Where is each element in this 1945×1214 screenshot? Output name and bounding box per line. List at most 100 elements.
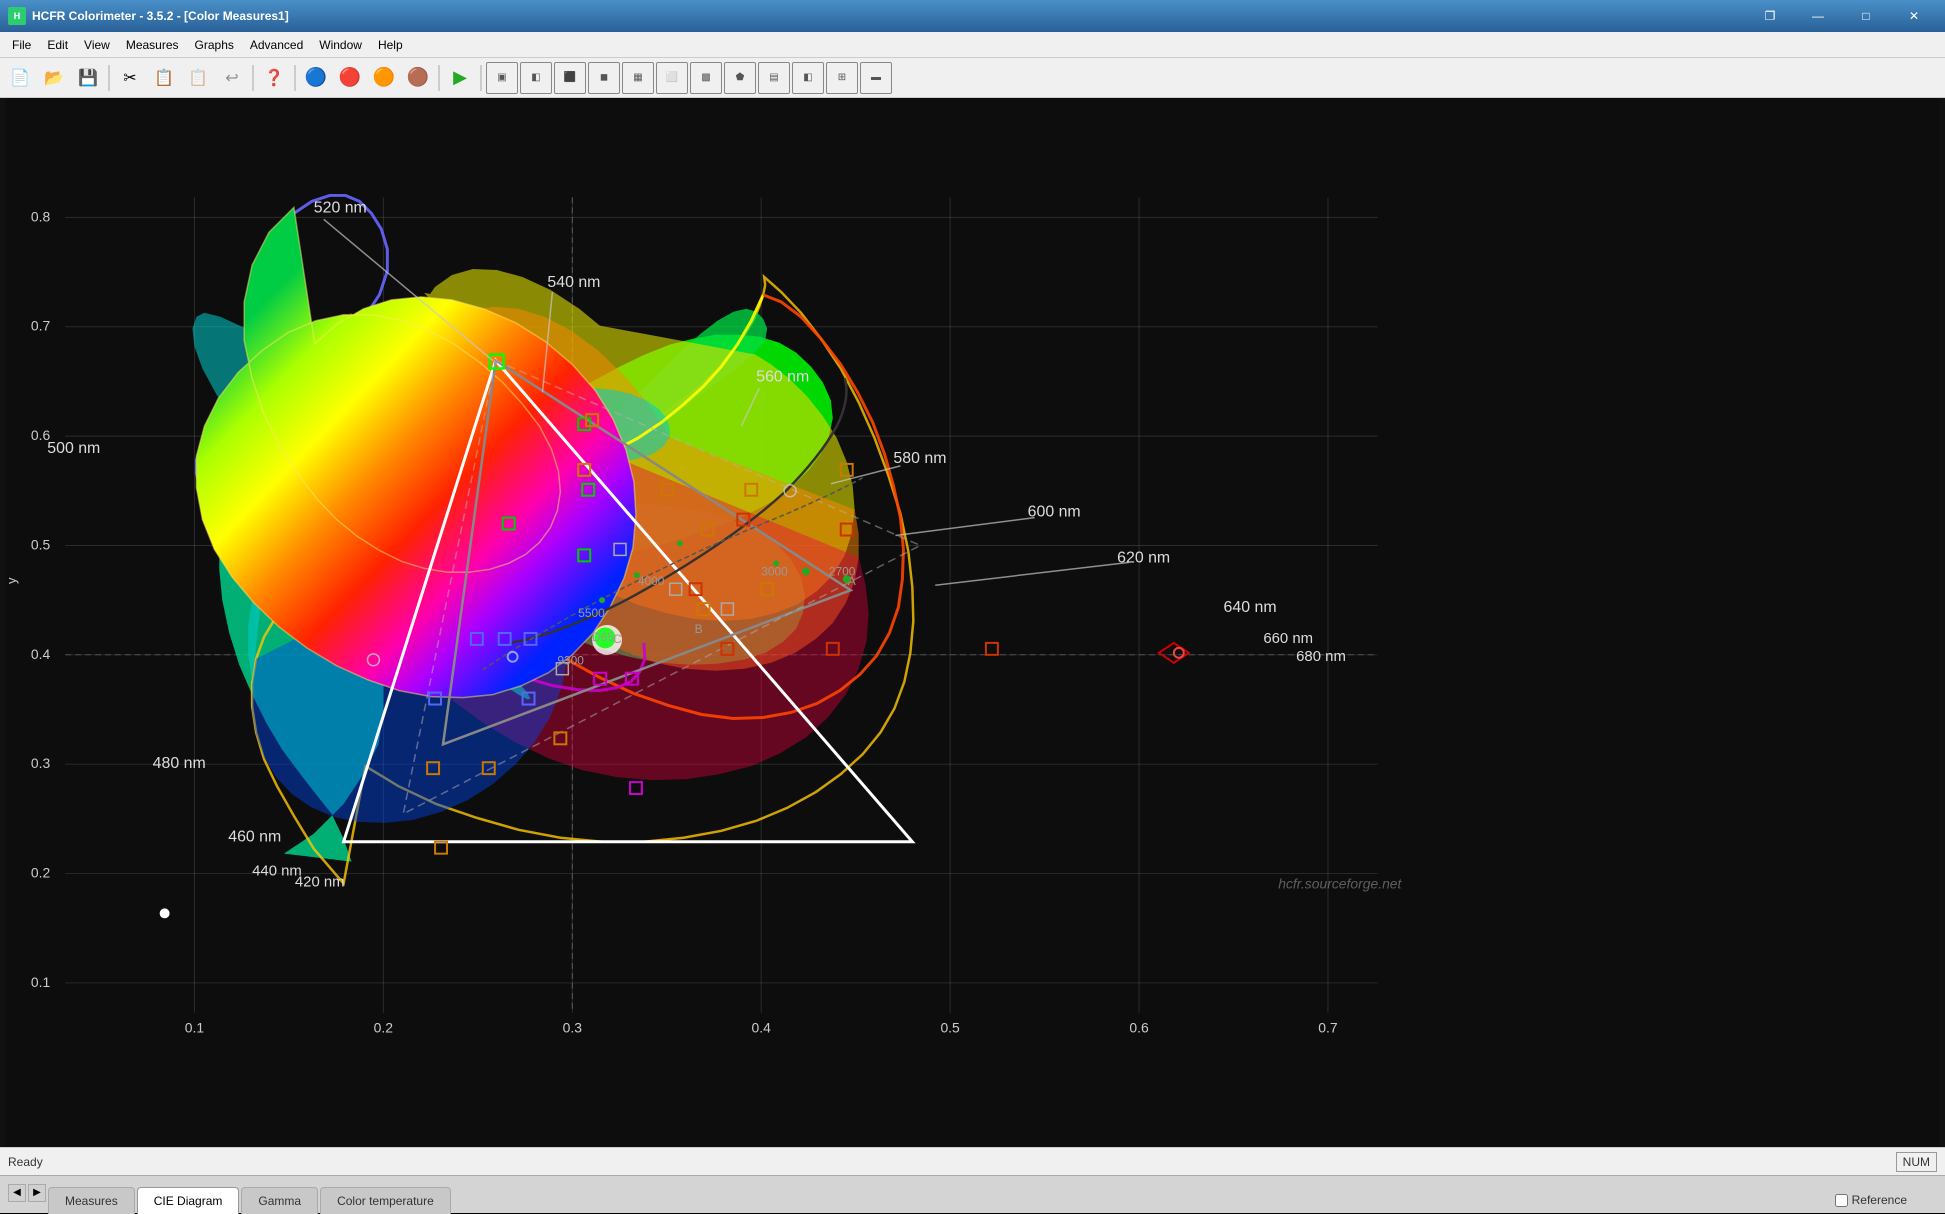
toolbar-play[interactable]: ▶ (444, 62, 476, 94)
toolbar-pattern[interactable]: 🟠 (368, 62, 400, 94)
toolbar-view-6[interactable]: ⬜ (656, 62, 688, 94)
tab-nav-left[interactable]: ◀ (8, 1184, 26, 1202)
reference-label: Reference (1852, 1193, 1907, 1207)
menu-help[interactable]: Help (370, 36, 411, 54)
svg-text:0.6: 0.6 (1129, 1020, 1149, 1036)
svg-text:0.3: 0.3 (563, 1020, 583, 1036)
svg-text:0.7: 0.7 (1318, 1020, 1338, 1036)
toolbar-save[interactable]: 💾 (72, 62, 104, 94)
svg-text:0.1: 0.1 (185, 1020, 205, 1036)
menu-edit[interactable]: Edit (39, 36, 76, 54)
svg-text:0.4: 0.4 (31, 646, 51, 662)
menu-graphs[interactable]: Graphs (187, 36, 242, 54)
tab-nav-right[interactable]: ▶ (28, 1184, 46, 1202)
toolbar-new[interactable]: 📄 (4, 62, 36, 94)
svg-text:0.8: 0.8 (31, 208, 51, 224)
toolbar-cut[interactable]: ✂ (114, 62, 146, 94)
toolbar-calibrate[interactable]: 🔴 (334, 62, 366, 94)
toolbar-view-3[interactable]: ⬛ (554, 62, 586, 94)
title-text: HCFR Colorimeter - 3.5.2 - [Color Measur… (32, 9, 289, 23)
svg-text:5500: 5500 (578, 606, 605, 620)
status-right: NUM (1896, 1152, 1937, 1172)
toolbar-view-2[interactable]: ◧ (520, 62, 552, 94)
toolbar-device[interactable]: 🔵 (300, 62, 332, 94)
close-button[interactable]: ✕ (1891, 0, 1937, 32)
svg-text:D65: D65 (592, 630, 614, 644)
svg-text:460 nm: 460 nm (228, 829, 281, 846)
toolbar-copy[interactable]: 📋 (148, 62, 180, 94)
toolbar-view-11[interactable]: ⊞ (826, 62, 858, 94)
svg-text:0.2: 0.2 (31, 865, 51, 881)
svg-text:0.7: 0.7 (31, 318, 51, 334)
toolbar-sep-4 (438, 65, 440, 91)
svg-text:4000: 4000 (638, 574, 665, 588)
toolbar-view-12[interactable]: ▬ (860, 62, 892, 94)
toolbar-view-10[interactable]: ◧ (792, 62, 824, 94)
toolbar-sep-5 (480, 65, 482, 91)
svg-text:680 nm: 680 nm (1296, 649, 1346, 665)
toolbar-view-4[interactable]: ◼ (588, 62, 620, 94)
title-bar-left: H HCFR Colorimeter - 3.5.2 - [Color Meas… (8, 7, 289, 25)
reference-checkbox[interactable] (1835, 1194, 1848, 1207)
main-area: 0.8 0.7 0.6 0.5 0.4 0.3 0.2 0.1 0.1 0.2 … (0, 98, 1945, 1147)
svg-text:hcfr.sourceforge.net: hcfr.sourceforge.net (1278, 875, 1402, 891)
svg-text:0.4: 0.4 (752, 1020, 772, 1036)
toolbar-view-9[interactable]: ▤ (758, 62, 790, 94)
tab-color-temperature[interactable]: Color temperature (320, 1187, 451, 1214)
svg-text:620 nm: 620 nm (1117, 549, 1170, 566)
maximize-button[interactable]: □ (1843, 0, 1889, 32)
svg-text:660 nm: 660 nm (1263, 631, 1313, 647)
app-icon: H (8, 7, 26, 25)
svg-text:C: C (613, 632, 622, 646)
svg-text:0.5: 0.5 (31, 536, 51, 552)
toolbar-paste[interactable]: 📋 (182, 62, 214, 94)
toolbar-view-1[interactable]: ▣ (486, 62, 518, 94)
svg-text:0.2: 0.2 (374, 1020, 394, 1036)
num-indicator: NUM (1896, 1152, 1937, 1172)
inner-restore-button[interactable]: ❐ (1747, 0, 1793, 32)
svg-text:0.5: 0.5 (940, 1020, 960, 1036)
tab-gamma[interactable]: Gamma (241, 1187, 318, 1214)
svg-text:3000: 3000 (761, 564, 788, 578)
tab-measures[interactable]: Measures (48, 1187, 135, 1214)
toolbar-undo[interactable]: ↩ (216, 62, 248, 94)
toolbar-sep-3 (294, 65, 296, 91)
svg-text:0.3: 0.3 (31, 755, 51, 771)
menu-window[interactable]: Window (311, 36, 370, 54)
svg-text:480 nm: 480 nm (153, 755, 206, 772)
svg-text:580 nm: 580 nm (893, 450, 946, 467)
toolbar-view-5[interactable]: ▦ (622, 62, 654, 94)
menu-measures[interactable]: Measures (118, 36, 187, 54)
window-controls: ❐ — □ ✕ (1747, 0, 1937, 32)
toolbar-sep-2 (252, 65, 254, 91)
toolbar-open[interactable]: 📂 (38, 62, 70, 94)
toolbar-view-7[interactable]: ▩ (690, 62, 722, 94)
svg-text:0.1: 0.1 (31, 974, 51, 990)
svg-text:420 nm: 420 nm (295, 874, 345, 890)
svg-text:520 nm: 520 nm (314, 199, 367, 216)
status-bar: Ready NUM (0, 1147, 1945, 1175)
cie-diagram-svg: 0.8 0.7 0.6 0.5 0.4 0.3 0.2 0.1 0.1 0.2 … (0, 98, 1945, 1147)
menu-bar: File Edit View Measures Graphs Advanced … (0, 32, 1945, 58)
svg-text:640 nm: 640 nm (1224, 599, 1277, 616)
svg-text:560 nm: 560 nm (756, 368, 809, 385)
svg-text:600 nm: 600 nm (1028, 504, 1081, 521)
toolbar-help[interactable]: ❓ (258, 62, 290, 94)
reference-area: Reference (1835, 1193, 1907, 1207)
toolbar-reference[interactable]: 🟤 (402, 62, 434, 94)
minimize-button[interactable]: — (1795, 0, 1841, 32)
svg-text:540 nm: 540 nm (547, 274, 600, 291)
status-text: Ready (8, 1155, 43, 1169)
tab-cie-diagram[interactable]: CIE Diagram (137, 1187, 240, 1214)
menu-view[interactable]: View (76, 36, 118, 54)
title-bar: H HCFR Colorimeter - 3.5.2 - [Color Meas… (0, 0, 1945, 32)
toolbar: 📄 📂 💾 ✂ 📋 📋 ↩ ❓ 🔵 🔴 🟠 🟤 ▶ ▣ ◧ ⬛ ◼ ▦ ⬜ ▩ … (0, 58, 1945, 98)
menu-file[interactable]: File (4, 36, 39, 54)
svg-text:9300: 9300 (557, 654, 584, 668)
svg-text:500 nm: 500 nm (47, 440, 100, 457)
menu-advanced[interactable]: Advanced (242, 36, 311, 54)
tab-bar: ◀ ▶ Measures CIE Diagram Gamma Color tem… (0, 1175, 1945, 1213)
toolbar-sep-1 (108, 65, 110, 91)
svg-text:B: B (695, 622, 703, 636)
toolbar-view-8[interactable]: ⬟ (724, 62, 756, 94)
